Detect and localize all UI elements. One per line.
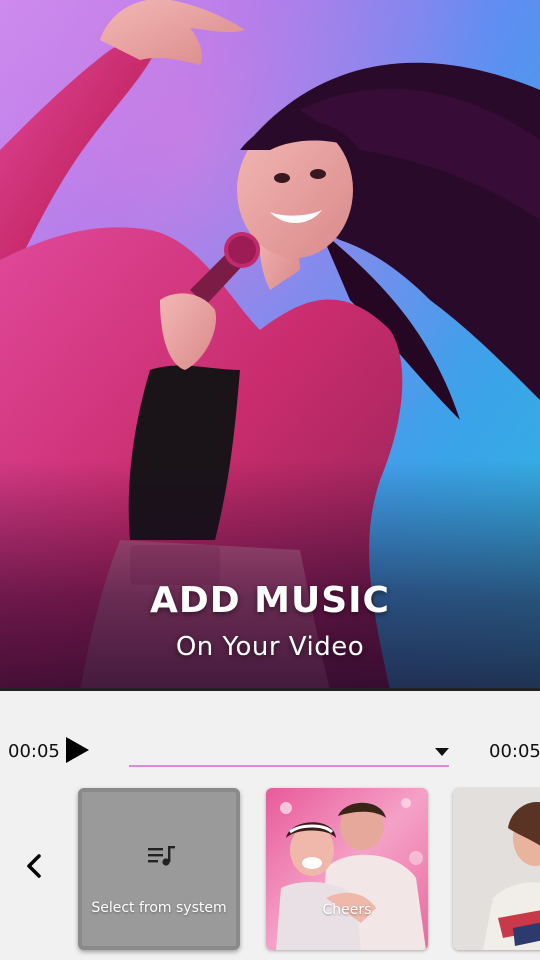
playlist-icon [148,846,175,866]
music-editor-panel: 00:05 00:05 Select from system Cheers [0,688,540,960]
select-from-system-card[interactable]: Select from system [78,788,240,950]
track-dropdown[interactable] [129,735,449,767]
select-from-system-label: Select from system [91,900,227,916]
hero-subtitle: On Your Video [175,632,365,662]
hero-title: ADD MUSIC [150,580,390,621]
hero-banner: ADD MUSIC On Your Video [0,0,540,690]
couple-cheers-photo [266,788,428,950]
music-card-3[interactable] [453,788,540,950]
current-time: 00:05 [8,741,60,762]
woman-portrait-photo [453,788,540,950]
music-card-cheers-label: Cheers [322,902,372,918]
dropdown-arrow-icon [435,748,449,756]
chevron-left-icon[interactable] [22,851,46,881]
total-time: 00:05 [489,741,540,762]
play-icon[interactable] [66,737,89,763]
music-card-cheers[interactable]: Cheers [266,788,428,950]
